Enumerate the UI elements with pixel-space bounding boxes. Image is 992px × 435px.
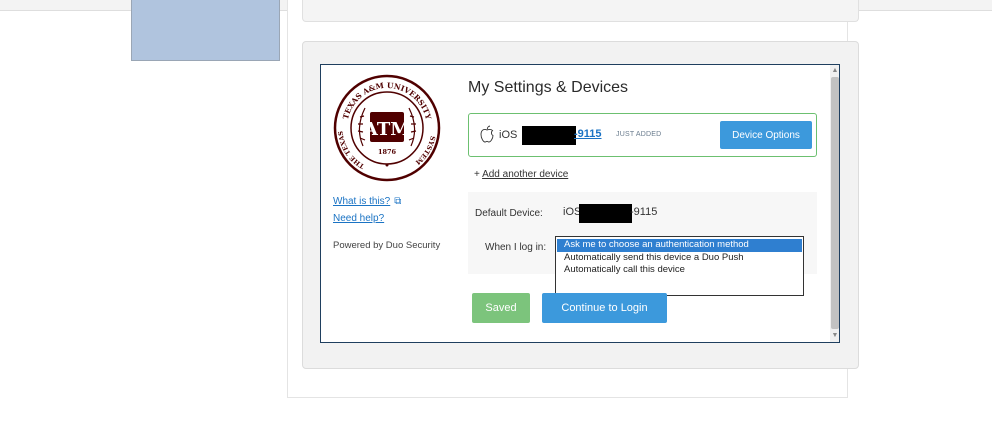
continue-to-login-button[interactable]: Continue to Login: [542, 293, 667, 323]
powered-by-text: Powered by Duo Security: [333, 240, 441, 251]
scroll-up-arrow-icon[interactable]: ▲: [830, 66, 839, 76]
university-seal-logo: TEXAS A&M UNIVERSITY THE TEXAS SYSTEM AT…: [333, 74, 441, 182]
top-panel: [302, 0, 859, 22]
when-login-label: When I log in:: [485, 242, 547, 253]
need-help-link[interactable]: Need help?: [333, 213, 384, 224]
device-row: iOS -9115 JUST ADDED Device Options: [468, 113, 817, 157]
default-device-suffix: -9115: [630, 206, 658, 218]
login-option-ask[interactable]: Ask me to choose an authentication metho…: [557, 239, 802, 252]
scrollbar[interactable]: ▲ ▼: [830, 65, 839, 342]
login-option-call[interactable]: Automatically call this device: [557, 264, 802, 277]
login-method-dropdown[interactable]: Ask me to choose an authentication metho…: [555, 236, 804, 296]
just-added-badge: JUST ADDED: [616, 131, 662, 138]
scroll-thumb[interactable]: [831, 77, 839, 329]
page-title: My Settings & Devices: [468, 79, 629, 96]
add-device-row: + Add another device: [474, 169, 568, 180]
seal-center-text: ATM: [363, 119, 410, 140]
plus-label: +: [474, 169, 483, 180]
login-option-push[interactable]: Automatically send this device a Duo Pus…: [557, 252, 802, 265]
scroll-down-arrow-icon[interactable]: ▼: [830, 331, 839, 341]
default-device-label: Default Device:: [475, 208, 543, 219]
redacted-default-number: [579, 204, 632, 223]
add-another-device-link[interactable]: Add another device: [482, 169, 568, 180]
device-number-link[interactable]: -9115: [574, 128, 602, 140]
duo-iframe: TEXAS A&M UNIVERSITY THE TEXAS SYSTEM AT…: [320, 64, 840, 343]
device-options-button[interactable]: Device Options: [720, 121, 812, 149]
external-link-icon: ⧉: [394, 196, 402, 207]
apple-icon: [480, 125, 494, 143]
seal-year: 1876: [378, 148, 397, 156]
header-block: [131, 0, 280, 61]
device-platform: iOS: [499, 129, 518, 141]
redacted-phone-number: [522, 126, 576, 145]
what-is-this-link[interactable]: What is this? ⧉: [333, 196, 401, 207]
saved-button: Saved: [472, 293, 530, 323]
